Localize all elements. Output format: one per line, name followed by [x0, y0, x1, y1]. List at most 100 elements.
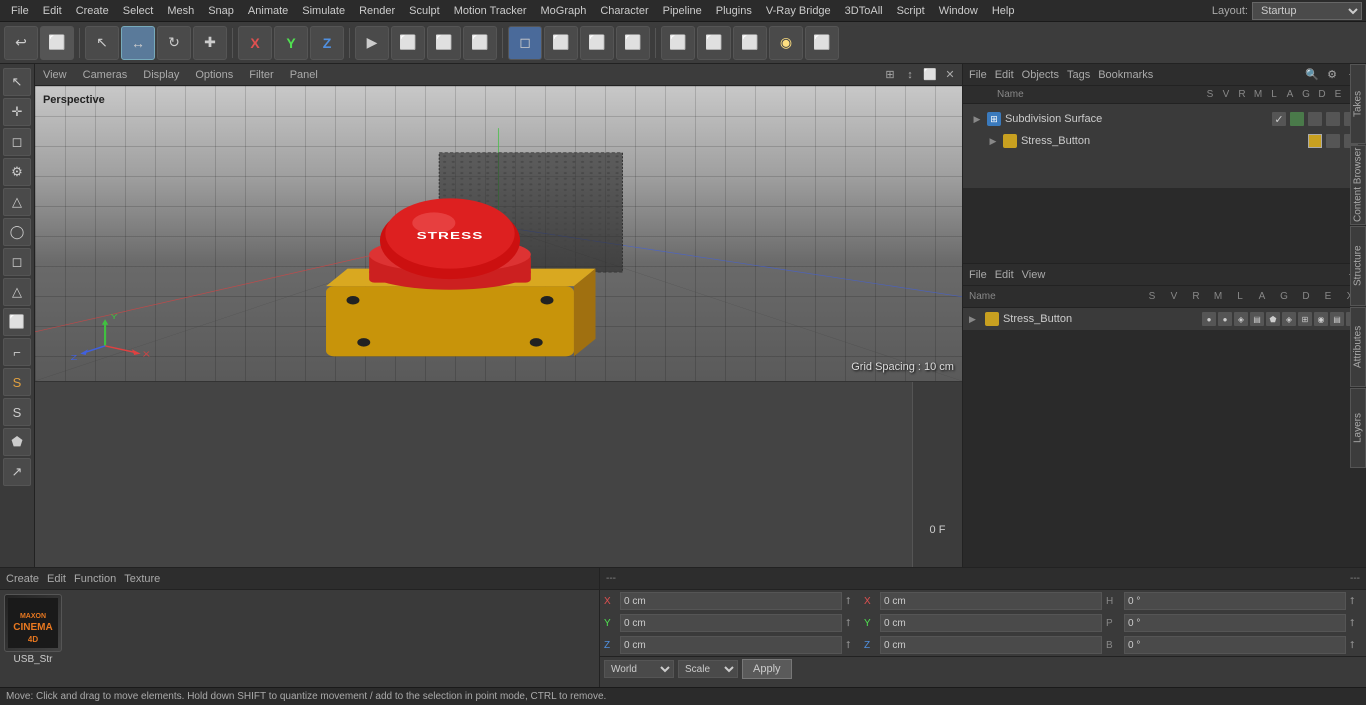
- attr-icon-8[interactable]: ◉: [1314, 312, 1328, 326]
- menu-edit[interactable]: Edit: [36, 0, 69, 21]
- menu-help[interactable]: Help: [985, 0, 1022, 21]
- attr-expand-icon[interactable]: ▶: [969, 314, 981, 325]
- viewport-tab-display[interactable]: Display: [139, 69, 183, 81]
- toolbar-sky[interactable]: ⬜: [697, 26, 731, 60]
- menu-script[interactable]: Script: [890, 0, 932, 21]
- menu-sculpt[interactable]: Sculpt: [402, 0, 447, 21]
- side-tab-layers[interactable]: Layers: [1350, 388, 1366, 468]
- left-btn-circle[interactable]: ◯: [3, 218, 31, 246]
- vis-check[interactable]: ✓: [1272, 112, 1286, 126]
- menu-animate[interactable]: Animate: [241, 0, 295, 21]
- attributes-edit[interactable]: Edit: [995, 269, 1014, 281]
- vis-green[interactable]: [1290, 112, 1304, 126]
- menu-create[interactable]: Create: [69, 0, 116, 21]
- menu-motion-tracker[interactable]: Motion Tracker: [447, 0, 534, 21]
- viewport-pin-icon[interactable]: ↕: [902, 67, 918, 83]
- expand-icon-stress[interactable]: ▶: [987, 135, 999, 147]
- viewport-lock-icon[interactable]: ⊞: [882, 67, 898, 83]
- attr-icon-2[interactable]: ●: [1218, 312, 1232, 326]
- coord-sx-input[interactable]: [880, 592, 1102, 610]
- apply-button[interactable]: Apply: [742, 659, 792, 679]
- objects-edit[interactable]: Edit: [995, 69, 1014, 81]
- toolbar-light[interactable]: ◉: [769, 26, 803, 60]
- attr-icon-4[interactable]: ▤: [1250, 312, 1264, 326]
- layout-dropdown[interactable]: Startup: [1252, 2, 1362, 20]
- viewport-close-icon[interactable]: ✕: [942, 67, 958, 83]
- left-btn-edge[interactable]: ⬜: [3, 308, 31, 336]
- coord-px-input[interactable]: [620, 592, 842, 610]
- toolbar-cube[interactable]: ◻: [508, 26, 542, 60]
- menu-mograph[interactable]: MoGraph: [533, 0, 593, 21]
- left-btn-s1[interactable]: S: [3, 368, 31, 396]
- coord-pz-input[interactable]: [620, 636, 842, 654]
- toolbar-nurbs[interactable]: ⬜: [580, 26, 614, 60]
- menu-window[interactable]: Window: [932, 0, 985, 21]
- coord-hx-input[interactable]: [1124, 592, 1346, 610]
- viewport-tab-view[interactable]: View: [39, 69, 71, 81]
- toolbar-axis-x[interactable]: X: [238, 26, 272, 60]
- toolbar-floor[interactable]: ⬜: [661, 26, 695, 60]
- side-tab-structure[interactable]: Structure: [1350, 226, 1366, 306]
- viewport-maximize-icon[interactable]: ⬜: [922, 67, 938, 83]
- stress-vis1[interactable]: [1326, 134, 1340, 148]
- left-btn-knife[interactable]: ⌐: [3, 338, 31, 366]
- toolbar-material[interactable]: ⬜: [805, 26, 839, 60]
- toolbar-axis-z[interactable]: Z: [310, 26, 344, 60]
- toolbar-select-model[interactable]: ↖: [85, 26, 119, 60]
- viewport-tab-options[interactable]: Options: [191, 69, 237, 81]
- toolbar-axis-y[interactable]: Y: [274, 26, 308, 60]
- toolbar-spline[interactable]: ⬜: [544, 26, 578, 60]
- material-edit[interactable]: Edit: [47, 573, 66, 585]
- coord-hz-input[interactable]: [1124, 636, 1346, 654]
- objects-settings-icon[interactable]: ⚙: [1324, 67, 1340, 83]
- toolbar-move[interactable]: ↔: [121, 26, 155, 60]
- menu-vray[interactable]: V-Ray Bridge: [759, 0, 838, 21]
- toolbar-scale[interactable]: ✚: [193, 26, 227, 60]
- menu-snap[interactable]: Snap: [201, 0, 241, 21]
- objects-tags[interactable]: Tags: [1067, 69, 1090, 81]
- toolbar-render-view[interactable]: ⬜: [40, 26, 74, 60]
- attributes-view[interactable]: View: [1022, 269, 1046, 281]
- viewport-tab-panel[interactable]: Panel: [286, 69, 322, 81]
- attr-icon-5[interactable]: ⬟: [1266, 312, 1280, 326]
- toolbar-deformer[interactable]: ⬜: [616, 26, 650, 60]
- attr-row-stress-button[interactable]: ▶ Stress_Button ● ● ◈ ▤ ⬟ ◈ ⊞ ◉ ▤ ≡: [963, 308, 1366, 330]
- left-btn-move[interactable]: ✛: [3, 98, 31, 126]
- toolbar-render[interactable]: ▶: [355, 26, 389, 60]
- menu-select[interactable]: Select: [116, 0, 161, 21]
- attributes-file[interactable]: File: [969, 269, 987, 281]
- left-btn-rect[interactable]: ◻: [3, 248, 31, 276]
- coord-sy-input[interactable]: [880, 614, 1102, 632]
- scale-dropdown[interactable]: Scale: [678, 660, 738, 678]
- objects-file[interactable]: File: [969, 69, 987, 81]
- attr-icon-6[interactable]: ◈: [1282, 312, 1296, 326]
- menu-file[interactable]: File: [4, 0, 36, 21]
- left-btn-rotate[interactable]: ⚙: [3, 158, 31, 186]
- attr-icon-7[interactable]: ⊞: [1298, 312, 1312, 326]
- vis-gray2[interactable]: [1326, 112, 1340, 126]
- toolbar-render-region[interactable]: ⬜: [391, 26, 425, 60]
- menu-character[interactable]: Character: [593, 0, 655, 21]
- menu-plugins[interactable]: Plugins: [709, 0, 759, 21]
- toolbar-render-active[interactable]: ⬜: [463, 26, 497, 60]
- object-row-stress-button[interactable]: ▶ Stress_Button: [967, 130, 1362, 152]
- material-texture[interactable]: Texture: [124, 573, 160, 585]
- objects-objects[interactable]: Objects: [1022, 69, 1059, 81]
- object-row-subdivision[interactable]: ▶ ⊞ Subdivision Surface ✓: [967, 108, 1362, 130]
- stress-color-swatch[interactable]: [1308, 134, 1322, 148]
- expand-icon-subdivision[interactable]: ▶: [971, 113, 983, 125]
- vis-gray1[interactable]: [1308, 112, 1322, 126]
- toolbar-rotate[interactable]: ↻: [157, 26, 191, 60]
- attr-icon-3[interactable]: ◈: [1234, 312, 1248, 326]
- material-create[interactable]: Create: [6, 573, 39, 585]
- material-function[interactable]: Function: [74, 573, 116, 585]
- side-tab-takes[interactable]: Takes: [1350, 64, 1366, 144]
- left-btn-polygon[interactable]: △: [3, 188, 31, 216]
- menu-simulate[interactable]: Simulate: [295, 0, 352, 21]
- left-btn-scale[interactable]: ◻: [3, 128, 31, 156]
- toolbar-render-to[interactable]: ⬜: [427, 26, 461, 60]
- viewport-canvas[interactable]: STRESS Y: [35, 86, 962, 381]
- left-btn-diamond[interactable]: ⬟: [3, 428, 31, 456]
- material-item[interactable]: MAXON CINEMA 4D USB_Str: [4, 594, 62, 665]
- objects-bookmarks[interactable]: Bookmarks: [1098, 69, 1153, 81]
